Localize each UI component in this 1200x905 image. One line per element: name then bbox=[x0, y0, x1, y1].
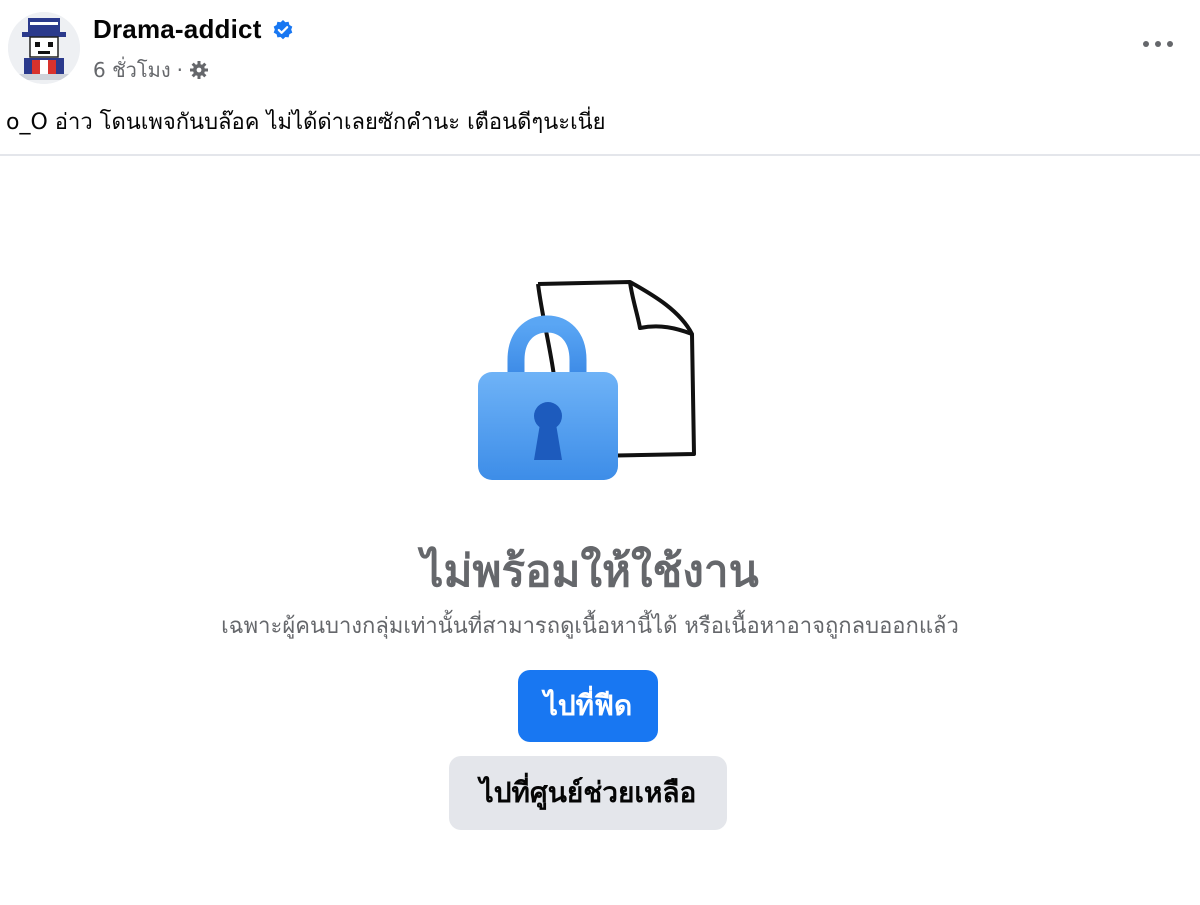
meta-separator: · bbox=[176, 58, 183, 82]
content-unavailable-panel: ไม่พร้อมให้ใช้งาน เฉพาะผู้คนบางกลุ่มเท่า… bbox=[0, 156, 1200, 905]
lock-document-icon bbox=[478, 280, 696, 480]
post-timestamp[interactable]: 6 ชั่วโมง bbox=[93, 54, 171, 86]
go-to-help-center-button[interactable]: ไปที่ศูนย์ช่วยเหลือ bbox=[449, 756, 727, 830]
author-name[interactable]: Drama-addict bbox=[93, 14, 262, 45]
avatar[interactable] bbox=[8, 12, 80, 84]
unavailable-description: เฉพาะผู้คนบางกลุ่มเท่านั้นที่สามารถดูเนื… bbox=[221, 614, 959, 639]
post-meta: 6 ชั่วโมง · bbox=[93, 54, 209, 86]
gear-icon[interactable] bbox=[189, 60, 209, 80]
post-caption: o_O อ่าว โดนเพจกันบล๊อค ไม่ได้ด่าเลยซักค… bbox=[6, 110, 606, 135]
avatar-icon bbox=[8, 12, 80, 84]
more-options-icon[interactable] bbox=[1138, 34, 1178, 54]
unavailable-title: ไม่พร้อมให้ใช้งาน bbox=[421, 546, 759, 597]
go-to-feed-button[interactable]: ไปที่ฟีด bbox=[518, 670, 658, 742]
post-header: Drama-addict 6 ชั่วโมง · bbox=[0, 0, 1200, 100]
verified-badge-icon bbox=[273, 20, 293, 40]
